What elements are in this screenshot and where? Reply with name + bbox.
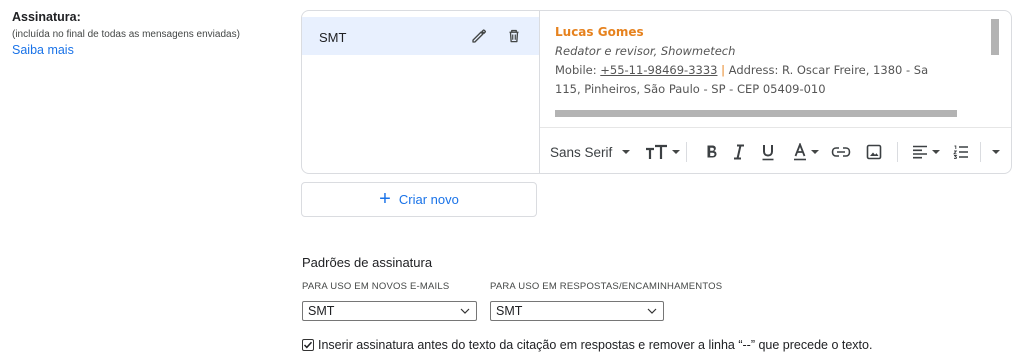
signature-name: Lucas Gomes (555, 25, 644, 39)
chevron-down-icon (672, 150, 680, 154)
chevron-down-icon (622, 150, 631, 154)
italic-button[interactable] (732, 142, 746, 162)
replies-signature-select[interactable]: SMT (490, 301, 664, 321)
toolbar-divider (980, 142, 981, 162)
signature-address-line2: 115, Pinheiros, São Paulo - SP - CEP 054… (555, 82, 826, 96)
chevron-down-icon (811, 150, 819, 154)
insert-before-quote-label[interactable]: Inserir assinatura antes do texto da cit… (318, 338, 872, 352)
bold-icon (707, 145, 717, 158)
toolbar-divider (686, 142, 687, 162)
signature-subtitle: (incluída no final de todas as mensagens… (12, 29, 240, 40)
signature-item-name: SMT (319, 30, 347, 45)
signature-list-item[interactable]: SMT (302, 17, 539, 55)
new-emails-caption: PARA USO EM NOVOS E-MAILS (302, 281, 450, 292)
insert-link-button[interactable] (831, 142, 851, 162)
signature-defaults-title: Padrões de assinatura (302, 255, 433, 270)
signature-title: Assinatura: (12, 10, 81, 24)
chevron-down-icon (460, 308, 470, 314)
text-size-icon (646, 144, 667, 159)
signature-role: Redator e revisor, Showmetech (555, 44, 736, 58)
align-dropdown[interactable] (912, 142, 940, 162)
insert-image-button[interactable] (866, 142, 882, 162)
new-emails-selected-value: SMT (308, 304, 335, 318)
chevron-down-icon (647, 308, 657, 314)
formatting-toolbar: Sans Serif (540, 127, 1011, 173)
image-icon (866, 144, 882, 160)
text-color-icon (794, 143, 806, 161)
text-color-dropdown[interactable] (793, 142, 819, 162)
bold-button[interactable] (705, 142, 719, 162)
signature-editor[interactable]: Lucas Gomes Redator e revisor, Showmetec… (539, 11, 1011, 173)
more-formatting-button[interactable] (992, 142, 1000, 162)
checkmark-icon (303, 341, 313, 349)
chevron-down-icon (932, 150, 940, 154)
mobile-label: Mobile: (555, 63, 601, 77)
numbered-list-button[interactable] (953, 142, 969, 162)
toolbar-divider (897, 142, 898, 162)
delete-trash-icon[interactable] (505, 27, 523, 45)
signature-panel: SMT Lucas Gomes Redator e revisor, Showm… (301, 10, 1012, 174)
create-new-signature-button[interactable]: + Criar novo (301, 182, 537, 217)
horizontal-scrollbar[interactable] (555, 110, 957, 117)
replies-selected-value: SMT (496, 304, 523, 318)
signature-section-label: Assinatura: (incluída no final de todas … (12, 10, 297, 59)
signature-content[interactable]: Lucas Gomes Redator e revisor, Showmetec… (555, 23, 995, 99)
learn-more-link[interactable]: Saiba mais (12, 43, 74, 57)
underline-icon (762, 145, 774, 161)
contact-separator: | (717, 63, 729, 77)
create-new-label: Criar novo (398, 192, 459, 207)
insert-before-quote-option: Inserir assinatura antes do texto da cit… (302, 338, 872, 352)
signature-list: SMT (302, 11, 539, 173)
plus-icon: + (379, 187, 391, 210)
replies-caption: PARA USO EM RESPOSTAS/ENCAMINHAMENTOS (490, 281, 723, 292)
vertical-scrollbar[interactable] (991, 19, 999, 55)
edit-pencil-icon[interactable] (470, 27, 488, 45)
chevron-down-icon (992, 150, 1000, 154)
font-size-dropdown[interactable] (645, 142, 680, 162)
insert-before-quote-checkbox[interactable] (302, 339, 314, 351)
underline-button[interactable] (761, 142, 775, 162)
link-icon (831, 147, 851, 157)
address-text: Address: R. Oscar Freire, 1380 - Sa (728, 63, 929, 77)
italic-icon (734, 144, 744, 160)
new-emails-signature-select[interactable]: SMT (302, 301, 477, 321)
font-family-dropdown[interactable]: Sans Serif (550, 142, 631, 162)
phone-link[interactable]: +55-11-98469-3333 (600, 63, 717, 77)
signature-contact-line: Mobile: +55-11-98469-3333 | Address: R. … (555, 61, 995, 80)
font-family-label: Sans Serif (550, 144, 613, 160)
align-left-icon (913, 145, 927, 159)
numbered-list-icon (953, 145, 968, 159)
